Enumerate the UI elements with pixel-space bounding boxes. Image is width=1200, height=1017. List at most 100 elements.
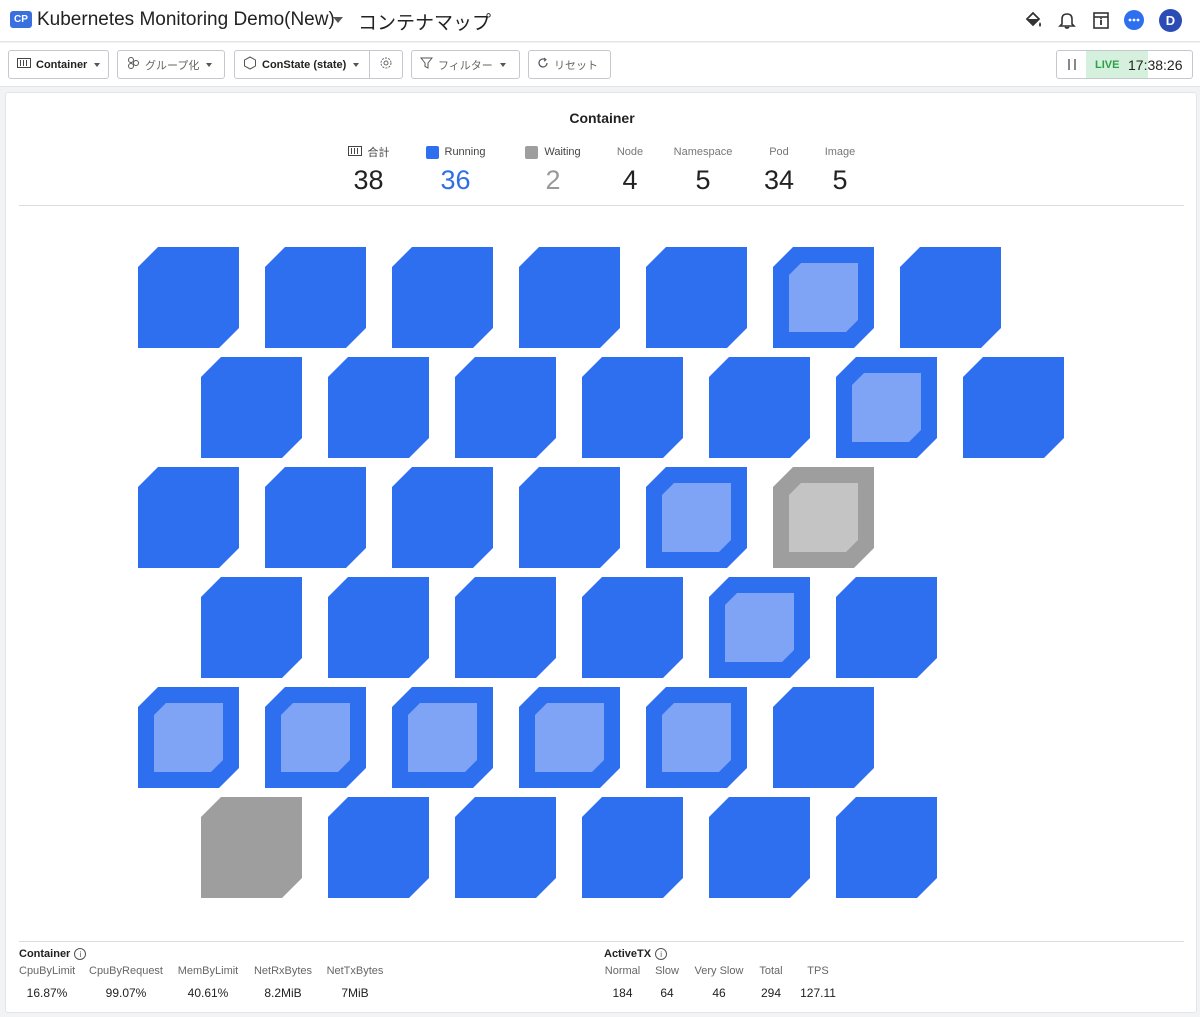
- live-label: LIVE: [1095, 59, 1120, 71]
- group-by-dropdown[interactable]: グループ化: [117, 50, 225, 79]
- metric-label: CpuByRequest: [89, 965, 163, 977]
- container-cell-running[interactable]: [455, 577, 556, 678]
- stat-label: Running: [444, 146, 486, 158]
- container-cell-running[interactable]: [519, 467, 620, 568]
- chat-icon[interactable]: [1123, 9, 1145, 31]
- metric-total: Total 294: [756, 965, 786, 1000]
- stat-label: Image: [824, 146, 856, 158]
- metric-cpubyrequest: CpuByRequest 99.07%: [89, 965, 163, 1000]
- metric-value: 127.11: [800, 986, 836, 1000]
- container-cell-running[interactable]: [836, 577, 937, 678]
- metric-slow: Slow 64: [653, 965, 681, 1000]
- info-icon[interactable]: i: [655, 948, 668, 960]
- container-cell-running[interactable]: [519, 247, 620, 348]
- container-cell-running[interactable]: [900, 247, 1001, 348]
- state-dropdown[interactable]: ConState (state): [234, 50, 370, 79]
- state-settings-button[interactable]: [369, 50, 403, 79]
- gear-icon: [379, 56, 393, 73]
- container-cell-running[interactable]: [836, 797, 937, 898]
- container-cell-running[interactable]: [519, 687, 620, 788]
- stat-value: 5: [695, 165, 711, 195]
- metric-nettxbytes: NetTxBytes 7MiB: [325, 965, 385, 1000]
- container-cell-running[interactable]: [773, 687, 874, 788]
- container-cell-running[interactable]: [265, 687, 366, 788]
- stat-value: 2: [545, 165, 561, 195]
- metric-value: 294: [760, 986, 782, 1000]
- metric-label: CpuByLimit: [19, 965, 76, 977]
- state-label: ConState (state): [262, 58, 347, 71]
- container-cell-waiting[interactable]: [773, 467, 874, 568]
- container-cell-running[interactable]: [265, 467, 366, 568]
- metric-label: Total: [759, 965, 783, 977]
- metric-label: MemByLimit: [177, 965, 239, 977]
- container-cell-running[interactable]: [582, 797, 683, 898]
- hexagon-icon: [243, 56, 257, 73]
- container-cell-running[interactable]: [646, 467, 747, 568]
- container-cell-running[interactable]: [138, 467, 239, 568]
- container-cell-running[interactable]: [392, 247, 493, 348]
- container-cell-running[interactable]: [138, 247, 239, 348]
- metric-netrxbytes: NetRxBytes 8.2MiB: [253, 965, 313, 1000]
- metric-value: 184: [612, 986, 633, 1000]
- container-cell-running[interactable]: [646, 247, 747, 348]
- container-cell-running[interactable]: [963, 357, 1064, 458]
- container-cell-running[interactable]: [646, 687, 747, 788]
- project-badge: CP: [10, 11, 32, 28]
- stat-node[interactable]: Node 4: [608, 145, 652, 196]
- stat-waiting[interactable]: Waiting 2: [518, 145, 588, 196]
- stat-value: 34: [763, 165, 795, 195]
- stat-image[interactable]: Image 5: [818, 145, 862, 196]
- refresh-icon: [537, 57, 549, 72]
- container-cell-running[interactable]: [582, 357, 683, 458]
- container-cell-waiting[interactable]: [201, 797, 302, 898]
- container-cell-running[interactable]: [709, 577, 810, 678]
- metric-value: 99.07%: [105, 986, 147, 1000]
- container-cell-running[interactable]: [773, 247, 874, 348]
- stat-label: Waiting: [544, 146, 581, 158]
- document-info-icon[interactable]: [1090, 9, 1112, 31]
- top-header: CP Kubernetes Monitoring Demo(New) コンテナマ…: [0, 0, 1200, 42]
- filter-dropdown[interactable]: フィルター: [411, 50, 520, 79]
- project-title[interactable]: Kubernetes Monitoring Demo(New): [37, 9, 335, 31]
- live-toggle[interactable]: LIVE 17:38:26: [1056, 50, 1193, 79]
- stat-label: Node: [616, 146, 644, 158]
- container-cell-running[interactable]: [201, 357, 302, 458]
- metric-label: Normal: [604, 965, 641, 977]
- chevron-down-icon: [94, 62, 101, 67]
- container-cell-running[interactable]: [328, 797, 429, 898]
- container-cell-running[interactable]: [138, 687, 239, 788]
- container-type-dropdown[interactable]: Container: [8, 50, 109, 79]
- metric-label: NetRxBytes: [253, 965, 313, 977]
- container-cell-running[interactable]: [455, 797, 556, 898]
- bell-icon[interactable]: [1056, 9, 1078, 31]
- container-cell-running[interactable]: [265, 247, 366, 348]
- stat-running[interactable]: Running 36: [418, 145, 493, 196]
- stat-value: 5: [832, 165, 848, 195]
- container-cell-running[interactable]: [392, 467, 493, 568]
- stat-label: Namespace: [673, 146, 733, 158]
- container-cell-running[interactable]: [582, 577, 683, 678]
- pause-icon[interactable]: [1068, 59, 1076, 70]
- project-dropdown-icon[interactable]: [333, 17, 343, 23]
- container-cell-running[interactable]: [836, 357, 937, 458]
- container-cell-running[interactable]: [328, 357, 429, 458]
- metric-label: NetTxBytes: [326, 965, 384, 977]
- container-cell-running[interactable]: [709, 357, 810, 458]
- container-icon: [347, 145, 362, 159]
- container-cell-running[interactable]: [201, 577, 302, 678]
- container-cell-running[interactable]: [709, 797, 810, 898]
- user-avatar[interactable]: D: [1159, 9, 1182, 32]
- stat-total[interactable]: 合計 38: [341, 145, 396, 196]
- container-cell-running[interactable]: [455, 357, 556, 458]
- stat-pod[interactable]: Pod 34: [758, 145, 800, 196]
- metric-value: 64: [660, 986, 674, 1000]
- metrics-title: Container: [19, 948, 71, 960]
- container-cell-running[interactable]: [392, 687, 493, 788]
- paint-bucket-icon[interactable]: [1022, 9, 1044, 31]
- reset-button[interactable]: リセット: [528, 50, 611, 79]
- metric-label: TPS: [807, 965, 829, 977]
- stat-namespace[interactable]: Namespace 5: [666, 145, 740, 196]
- stat-value: 36: [440, 165, 471, 195]
- info-icon[interactable]: i: [74, 948, 87, 960]
- container-cell-running[interactable]: [328, 577, 429, 678]
